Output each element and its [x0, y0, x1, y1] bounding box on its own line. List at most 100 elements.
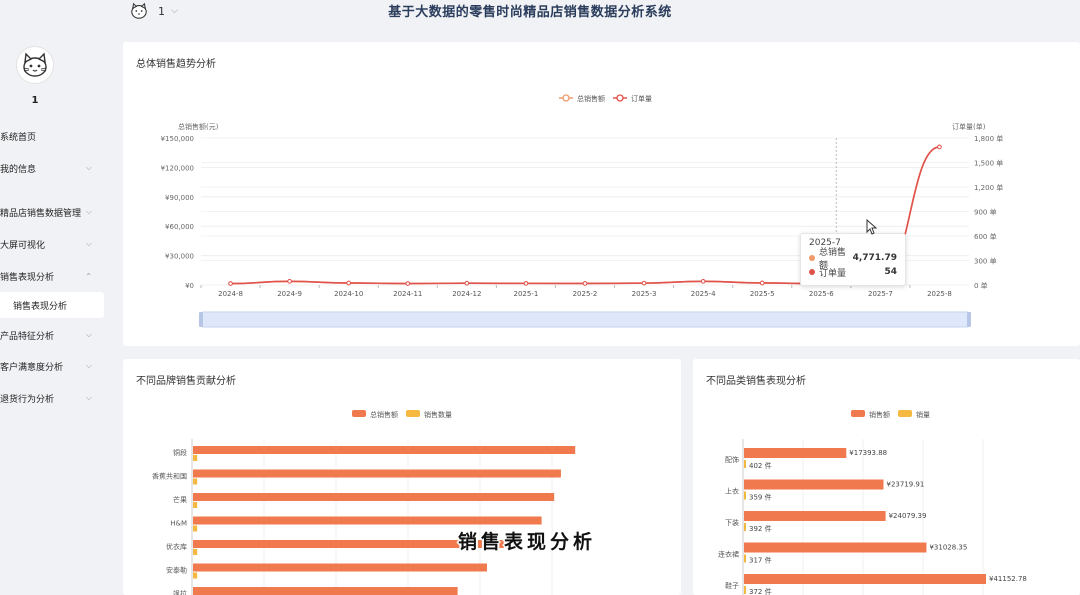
- chevron-down-icon: ⌵: [85, 361, 92, 370]
- y-tick-label: 配饰: [725, 455, 739, 464]
- y-tick-label: ¥30,000: [165, 253, 194, 261]
- x-tick-label: 2025-5: [750, 290, 775, 298]
- y2-tick-label: 300 单: [974, 257, 997, 266]
- tooltip-row: 总销售额 4,771.79: [809, 248, 897, 271]
- cat-avatar-icon: [23, 52, 47, 77]
- sidebar-item-sales-data-mgmt[interactable]: 精品店销售数据管理 ⌵: [0, 201, 104, 223]
- bar: [193, 502, 198, 508]
- data-label: ¥23719.91: [886, 481, 924, 489]
- x-tick-label: 2025-1: [514, 290, 539, 298]
- data-label: 317 件: [749, 556, 772, 565]
- chevron-down-icon: ⌵: [85, 239, 92, 248]
- y-axis-title: 总销售额(元): [178, 122, 219, 131]
- legend-swatch: [406, 410, 420, 417]
- sidebar-item-my-info[interactable]: 我的信息 ⌵: [0, 157, 104, 179]
- y-tick-label: ¥120,000: [161, 164, 194, 172]
- data-point: [405, 281, 411, 286]
- series-dot-icon: [809, 269, 815, 275]
- legend-swatch: [898, 410, 912, 417]
- sidebar-item-label: 销售表现分析: [0, 272, 55, 283]
- y-tick-label: 连衣裙: [718, 550, 739, 559]
- data-point: [464, 280, 470, 286]
- y-tick-label: ¥150,000: [161, 135, 194, 143]
- bar: [744, 542, 927, 553]
- x-tick-label: 2024-12: [452, 290, 481, 298]
- y2-tick-label: 1,500 单: [974, 159, 1003, 168]
- legend-swatch: [851, 410, 865, 417]
- sidebar-item-home[interactable]: 系统首页: [0, 125, 104, 147]
- data-label: ¥24079.39: [889, 512, 927, 520]
- sidebar-item-label: 产品特征分析: [0, 331, 55, 342]
- y-tick-label: 铜段: [173, 448, 187, 457]
- bar: [744, 511, 886, 521]
- x-tick-label: 2025-7: [868, 290, 893, 298]
- bar: [744, 586, 746, 594]
- brand-chart: 总销售额 销售数量铜段香蕉共和国芒果 H&M 优衣库安泰勒飒拉: [152, 410, 576, 595]
- x-tick-label: 2025-4: [691, 290, 716, 298]
- chevron-down-icon: ⌵: [85, 207, 92, 216]
- bar: [744, 448, 847, 458]
- sidebar-item-label: 精品店销售数据管理: [0, 208, 82, 219]
- data-label: 359 件: [749, 493, 772, 502]
- sidebar-item-label: 我的信息: [0, 164, 37, 175]
- y-tick-label: 安泰勒: [166, 566, 187, 575]
- sidebar-item-product-features[interactable]: 产品特征分析 ⌵: [0, 324, 104, 346]
- data-label: ¥17393.88: [849, 449, 887, 457]
- tooltip-series-value: 4,771.79: [852, 253, 897, 263]
- y-tick-label: H&M: [170, 520, 187, 528]
- y-tick-label: ¥0: [185, 282, 194, 290]
- sidebar-subitem-sales-performance[interactable]: 销售表现分析: [0, 292, 104, 318]
- y-tick-label: 飒拉: [173, 589, 187, 595]
- avatar[interactable]: [16, 46, 54, 84]
- sidebar-item-dashboard[interactable]: 大屏可视化 ⌵: [0, 233, 104, 255]
- data-point: [759, 280, 765, 286]
- y2-axis-title: 订单量(单): [952, 122, 986, 131]
- sidebar-username: 1: [31, 95, 39, 106]
- bar: [744, 491, 746, 500]
- sidebar-item-label: 系统首页: [0, 132, 37, 143]
- x-tick-label: 2025-3: [632, 290, 657, 298]
- trend-chart: 总销售额 订单量总销售额(元) 订单量(单)¥0¥30,000¥60,000¥90,…: [161, 94, 1003, 328]
- bar: [193, 493, 555, 501]
- y-tick-label: ¥60,000: [165, 223, 194, 231]
- y2-tick-label: 0 单: [974, 281, 988, 290]
- data-label: 402 件: [749, 461, 772, 470]
- data-label: 372 件: [749, 587, 772, 595]
- tooltip-series-value: 54: [884, 267, 897, 277]
- x-tick-label: 2024-11: [393, 290, 422, 298]
- bar: [744, 554, 746, 563]
- bar: [193, 572, 198, 579]
- bar: [193, 455, 198, 461]
- system-title: 基于大数据的零售时尚精品店销售数据分析系统: [388, 5, 672, 20]
- sidebar-item-returns[interactable]: 退货行为分析 ⌵: [0, 387, 104, 409]
- data-point: [582, 281, 588, 286]
- legend-label: 总销售额: [577, 94, 605, 103]
- series-dot-icon: [809, 255, 815, 261]
- y-tick-label: 上衣: [725, 487, 739, 496]
- sidebar-item-sales-performance[interactable]: 销售表现分析 ⌃: [0, 265, 104, 287]
- x-tick-label: 2025-2: [573, 290, 598, 298]
- sidebar-item-customer-satisfaction[interactable]: 客户满意度分析 ⌵: [0, 355, 104, 377]
- y-tick-label: 优衣库: [166, 542, 187, 551]
- data-point: [937, 144, 942, 150]
- y-tick-label: 下装: [725, 518, 739, 527]
- bar: [193, 446, 576, 454]
- bar: [744, 574, 986, 584]
- datazoom-slider: [200, 311, 970, 328]
- chevron-down-icon: ⌵: [85, 330, 92, 339]
- legend-label: 销售数量: [424, 410, 452, 419]
- x-tick-label: 2025-8: [927, 290, 952, 298]
- legend-label: 订单量: [631, 94, 652, 103]
- bar: [193, 563, 487, 572]
- chart-tooltip: 2025-7 总销售额 4,771.79 订单量 54: [800, 233, 906, 286]
- bar: [744, 460, 746, 468]
- bar: [193, 587, 458, 595]
- y-tick-label: 芒果: [173, 495, 187, 504]
- bar: [193, 516, 542, 525]
- sidebar-subitem-label: 销售表现分析: [13, 301, 68, 312]
- chevron-down-icon: ⌵: [85, 163, 92, 172]
- y2-tick-label: 1,200 单: [974, 183, 1003, 192]
- legend-label: 销售额: [869, 410, 890, 419]
- y2-tick-label: 600 单: [974, 232, 997, 241]
- bar: [193, 469, 561, 478]
